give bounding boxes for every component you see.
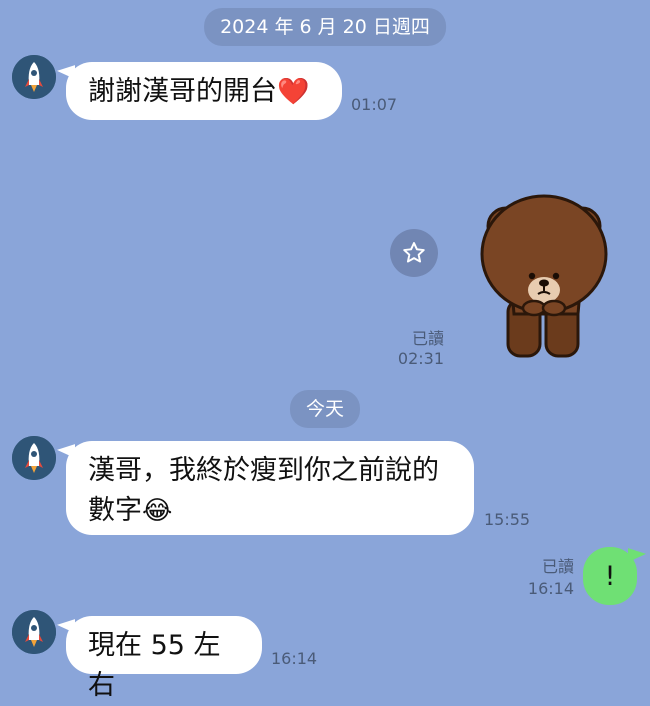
message-time: 02:31 — [397, 349, 444, 368]
message-text: 謝謝漢哥的開台 — [88, 76, 277, 107]
message-time: 16:14 — [271, 649, 318, 668]
brown-bear-sticker[interactable] — [476, 190, 616, 362]
message-text: 現在 55 左右 — [88, 630, 221, 701]
rocket-avatar-icon — [12, 436, 56, 480]
message-time: 15:55 — [484, 510, 531, 529]
read-receipt: 已讀 — [541, 557, 574, 576]
message-text-line: 漢哥，我終於瘦到你之前說的 — [88, 455, 439, 486]
contact-avatar[interactable] — [12, 610, 56, 654]
date-divider: 2024 年 6 月 20 日週四 — [204, 8, 446, 46]
rocket-avatar-icon — [12, 55, 56, 99]
laughing-emoji: 😂 — [142, 496, 173, 526]
message-bubble[interactable]: 現在 55 左右 — [66, 616, 262, 701]
contact-avatar[interactable] — [12, 55, 56, 99]
star-icon — [403, 242, 425, 263]
date-divider: 今天 — [289, 390, 361, 428]
outgoing-message-bubble[interactable]: ! — [583, 547, 637, 605]
contact-avatar[interactable] — [12, 436, 56, 480]
message-time: 01:07 — [351, 95, 398, 114]
heart-emoji: ❤️ — [277, 77, 310, 107]
message-bubble[interactable]: 漢哥，我終於瘦到你之前說的 數字😂 — [66, 441, 474, 535]
message-bubble[interactable]: 謝謝漢哥的開台❤️ — [66, 62, 342, 120]
rocket-avatar-icon — [12, 610, 56, 654]
message-text: ! — [604, 561, 616, 592]
read-receipt: 已讀 — [411, 329, 444, 348]
message-text-line: 數字 — [88, 495, 142, 526]
message-time: 16:14 — [527, 579, 574, 598]
sticker-action-button[interactable] — [390, 229, 438, 277]
